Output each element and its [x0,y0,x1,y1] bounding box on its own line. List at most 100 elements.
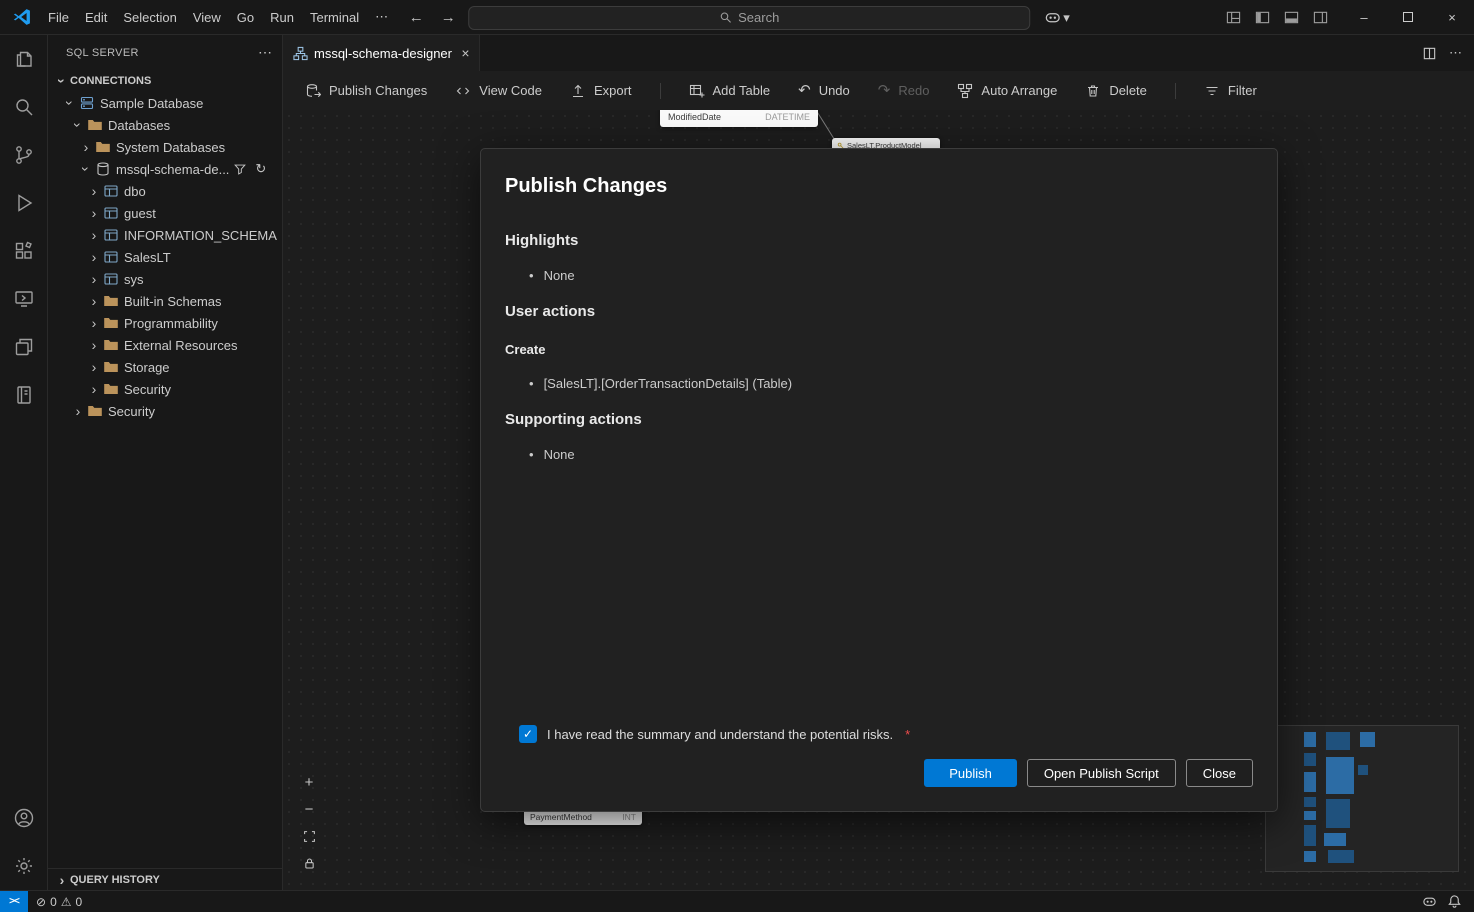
minimap-node [1304,753,1316,766]
tree-item-information-schema[interactable]: › INFORMATION_SCHEMA [48,224,282,246]
account-button[interactable] [0,794,48,842]
tree-item-server-security[interactable]: › Security [48,400,282,422]
settings-button[interactable] [0,842,48,890]
publish-button[interactable]: Publish [924,759,1017,787]
customize-layout-icon[interactable] [1226,10,1241,25]
tab-close-icon[interactable]: × [460,43,471,63]
chevron-right-icon: › [86,338,102,352]
layers-icon [12,335,36,359]
search-input[interactable]: Search [468,6,1030,30]
tree-item-dbo[interactable]: › dbo [48,180,282,202]
minimap-node [1304,825,1316,846]
tree-item-mssql-schema-database[interactable]: › mssql-schema-de... ↻ [48,158,282,180]
canvas-minimap[interactable] [1265,725,1459,872]
lock-canvas-button[interactable] [297,851,321,875]
menu-terminal[interactable]: Terminal [302,6,367,29]
activity-layers-button[interactable] [0,323,48,371]
filter-icon[interactable] [233,162,247,176]
toggle-secondary-sidebar-icon[interactable] [1313,10,1328,25]
redo-button[interactable]: ↷ Redo [878,83,930,98]
tree-item-saleslt[interactable]: › SalesLT [48,246,282,268]
menu-edit[interactable]: Edit [77,6,115,29]
activity-explorer-button[interactable] [0,35,48,83]
menu-file[interactable]: File [40,6,77,29]
tree-item-security[interactable]: › Security [48,378,282,400]
toggle-primary-sidebar-icon[interactable] [1255,10,1270,25]
chevron-down-icon: › [63,95,77,111]
publish-database-icon [305,83,321,99]
zoom-in-button[interactable]: + [297,770,321,794]
bell-icon[interactable] [1447,894,1462,909]
schema-designer-canvas[interactable]: ModifiedDate DATETIME SalesLT.ProductMod… [283,110,1474,890]
tree-item-external-resources[interactable]: › External Resources [48,334,282,356]
tree-item-programmability[interactable]: › Programmability [48,312,282,334]
create-item: • [SalesLT].[OrderTransactionDetails] (T… [505,376,1253,391]
refresh-icon[interactable]: ↻ [255,161,266,177]
user-actions-heading: User actions [505,303,1253,320]
section-connections[interactable]: › CONNECTIONS [48,70,282,92]
editor-more-actions-icon[interactable]: ⋯ [1449,45,1462,61]
publish-changes-button[interactable]: Publish Changes [305,83,427,99]
close-window-button[interactable]: × [1430,0,1474,35]
sidebar-more-actions-icon[interactable]: ⋯ [258,44,272,61]
nav-back-icon[interactable]: ← [404,9,428,26]
sidebar-empty-space [48,422,282,868]
add-table-button[interactable]: Add Table [689,83,771,99]
undo-button[interactable]: ↶ Undo [798,83,850,98]
delete-button[interactable]: Delete [1085,83,1147,99]
menu-run[interactable]: Run [262,6,302,29]
minimap-node [1360,732,1375,747]
tree-item-built-in-schemas[interactable]: › Built-in Schemas [48,290,282,312]
toggle-panel-icon[interactable] [1284,10,1299,25]
menu-selection[interactable]: Selection [115,6,184,29]
schema-designer-toolbar: Publish Changes View Code Export Add Tab [283,71,1474,110]
source-control-icon [12,143,36,167]
risk-acknowledge-checkbox[interactable]: ✓ [519,725,537,743]
extensions-icon [12,239,36,263]
tree-item-databases[interactable]: › Databases [48,114,282,136]
search-icon [12,95,36,119]
activity-notebook-button[interactable] [0,371,48,419]
minimap-node [1304,772,1316,792]
code-icon [455,83,471,99]
activity-sql-server-button[interactable] [0,275,48,323]
tree-item-sample-database[interactable]: › Sample Database [48,92,282,114]
maximize-button[interactable] [1386,0,1430,35]
highlights-heading: Highlights [505,232,1253,249]
chevron-down-icon: ▾ [1063,10,1070,26]
table-column-row[interactable]: ModifiedDate DATETIME [660,110,818,127]
filter-button[interactable]: Filter [1204,83,1257,99]
maximize-icon [1403,12,1413,22]
menu-view[interactable]: View [185,6,229,29]
activity-extensions-button[interactable] [0,227,48,275]
create-heading: Create [505,342,1253,357]
zoom-out-button[interactable]: − [297,797,321,821]
minimize-button[interactable]: – [1342,0,1386,35]
section-query-history[interactable]: › QUERY HISTORY [48,868,282,890]
split-editor-icon[interactable] [1422,46,1437,61]
open-publish-script-button[interactable]: Open Publish Script [1027,759,1176,787]
problems-indicator[interactable]: ⊘ 0 ⚠ 0 [28,895,90,909]
nav-forward-icon[interactable]: → [436,9,460,26]
auto-arrange-button[interactable]: Auto Arrange [957,83,1057,99]
auto-arrange-icon [957,83,973,99]
activity-run-debug-button[interactable] [0,179,48,227]
tree-item-guest[interactable]: › guest [48,202,282,224]
tree-item-storage[interactable]: › Storage [48,356,282,378]
tree-item-sys[interactable]: › sys [48,268,282,290]
export-button[interactable]: Export [570,83,632,99]
menu-overflow-icon[interactable]: ⋯ [367,5,396,29]
activity-search-button[interactable] [0,83,48,131]
remote-indicator[interactable]: >< [0,891,28,912]
menu-go[interactable]: Go [229,6,262,29]
chevron-right-icon: › [86,382,102,396]
close-button[interactable]: Close [1186,759,1253,787]
activity-source-control-button[interactable] [0,131,48,179]
view-code-button[interactable]: View Code [455,83,542,99]
tree-item-system-databases[interactable]: › System Databases [48,136,282,158]
zoom-fit-button[interactable] [297,824,321,848]
copilot-menu-button[interactable]: ▾ [1044,9,1070,26]
copilot-icon[interactable] [1422,894,1437,909]
tab-mssql-schema-designer[interactable]: mssql-schema-designer × [283,35,480,71]
chevron-right-icon: › [86,294,102,308]
